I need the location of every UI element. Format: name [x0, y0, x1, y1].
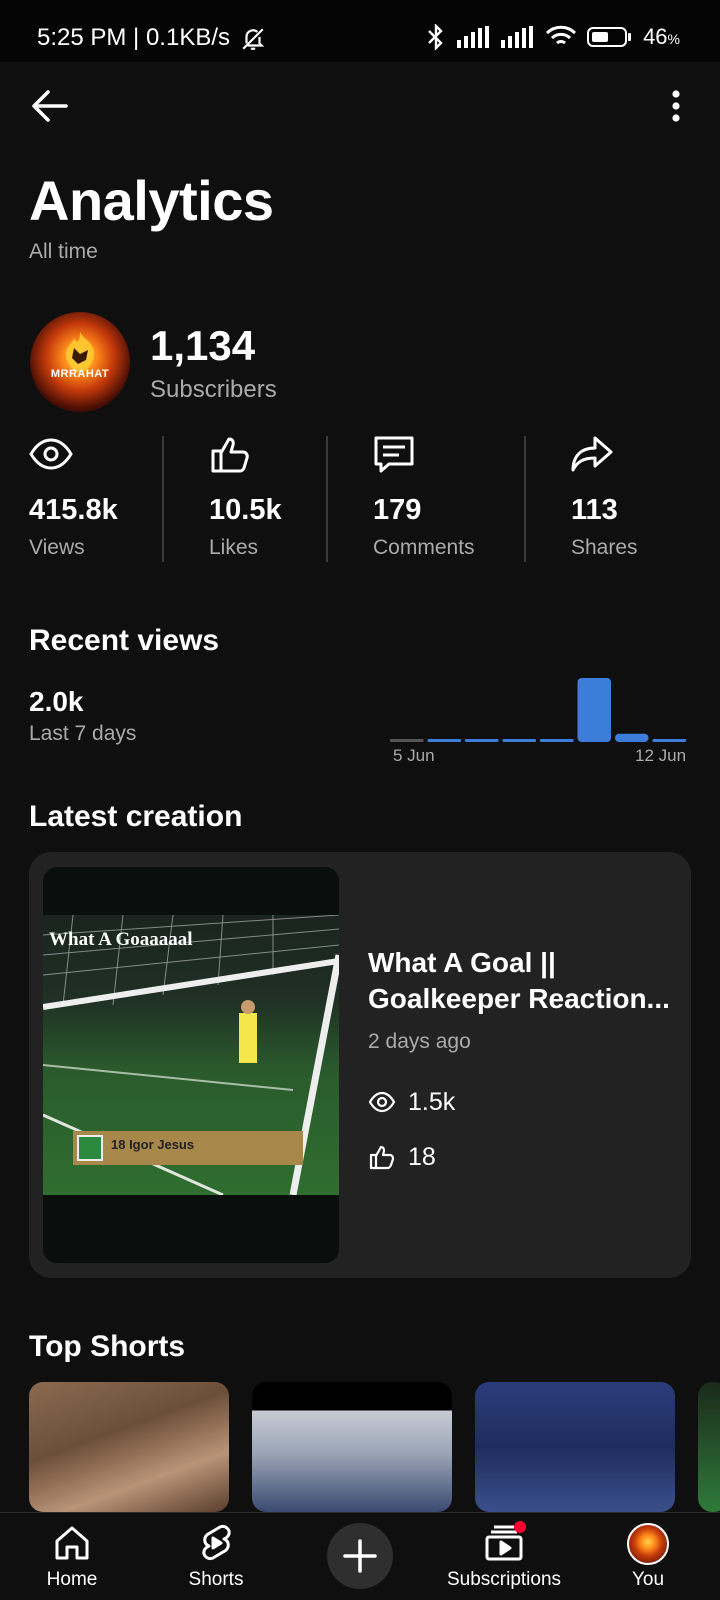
- nav-subscriptions-label: Subscriptions: [446, 1569, 562, 1590]
- bottom-navigation: Home Shorts Subscriptions You: [0, 1512, 720, 1600]
- plus-icon: [343, 1539, 377, 1573]
- thumbnail-caption: What A Goaaaaal: [49, 929, 193, 950]
- scorer-name: 18 Igor Jesus: [111, 1137, 195, 1152]
- recent-views-period: Last 7 days: [29, 722, 137, 745]
- stat-value: 415.8k: [29, 494, 118, 526]
- chart-bar-9-jun[interactable]: [540, 739, 574, 742]
- chart-bar-5-jun[interactable]: [390, 739, 424, 742]
- page-title: Analytics: [29, 169, 274, 232]
- nav-you[interactable]: You: [608, 1513, 688, 1600]
- you-avatar: [627, 1523, 669, 1565]
- chart-tick-start: 5 Jun: [393, 746, 435, 765]
- back-arrow-icon[interactable]: [30, 86, 70, 126]
- eye-icon: [29, 438, 73, 470]
- flag-icon: [77, 1135, 103, 1161]
- video-title-line1: What A Goal ||: [368, 947, 556, 978]
- short-thumbnail[interactable]: [29, 1382, 229, 1512]
- share-icon: [571, 436, 613, 472]
- channel-avatar[interactable]: MRRAHAT: [30, 312, 130, 412]
- nav-shorts[interactable]: Shorts: [176, 1513, 256, 1600]
- time-range-label: All time: [29, 240, 98, 263]
- video-title[interactable]: What A Goal || Goalkeeper Reaction...: [368, 945, 678, 1017]
- nav-home[interactable]: Home: [32, 1513, 112, 1600]
- more-vert-icon[interactable]: [666, 86, 686, 126]
- comment-icon: [374, 436, 414, 473]
- thumbnail-scene: What A Goaaaaal 18 Igor Jesus: [43, 915, 339, 1195]
- battery-icon: [587, 27, 632, 47]
- chart-bar-12-jun[interactable]: [652, 739, 687, 742]
- chart-bar-10-jun[interactable]: [577, 678, 612, 742]
- avatar-logo-text: MRRAHAT: [50, 368, 110, 380]
- short-thumbnail[interactable]: [475, 1382, 675, 1512]
- bell-muted-icon: [242, 28, 265, 50]
- stat-divider: [326, 436, 328, 562]
- subscriber-label: Subscribers: [150, 376, 277, 403]
- stat-label: Comments: [373, 536, 475, 559]
- video-posted-date: 2 days ago: [368, 1030, 471, 1053]
- eye-icon: [368, 1091, 396, 1113]
- stat-value: 179: [373, 494, 422, 526]
- signal-icon-2: [501, 26, 534, 48]
- video-likes: 18: [368, 1141, 436, 1173]
- battery-percent: 46%: [643, 24, 680, 49]
- latest-video-card[interactable]: What A Goaaaaal 18 Igor Jesus: [29, 852, 691, 1278]
- nav-home-label: Home: [46, 1569, 98, 1590]
- top-shorts-title: Top Shorts: [29, 1330, 186, 1363]
- thumbnail-scorer-banner: 18 Igor Jesus: [73, 1131, 303, 1165]
- recent-views-title: Recent views: [29, 624, 220, 657]
- shorts-icon: [202, 1525, 231, 1560]
- video-views-value: 1.5k: [408, 1087, 456, 1116]
- stat-value: 10.5k: [209, 494, 282, 526]
- stat-label: Views: [29, 536, 85, 559]
- short-thumbnail[interactable]: [698, 1382, 720, 1512]
- chart-tick-end: 12 Jun: [635, 746, 687, 765]
- bluetooth-icon: [428, 24, 443, 50]
- wifi-icon: [546, 25, 577, 45]
- nav-subscriptions[interactable]: Subscriptions: [444, 1513, 564, 1600]
- thumbs-up-icon: [369, 1145, 395, 1170]
- stat-label: Shares: [571, 536, 638, 559]
- short-thumbnail[interactable]: [252, 1382, 452, 1512]
- chart-bar-8-jun[interactable]: [502, 739, 537, 742]
- notification-badge: [514, 1521, 526, 1533]
- chart-bar-11-jun[interactable]: [615, 733, 649, 742]
- latest-creation-title: Latest creation: [29, 800, 243, 833]
- chart-bar-6-jun[interactable]: [427, 739, 462, 742]
- video-views: 1.5k: [368, 1086, 455, 1118]
- recent-views-value: 2.0k: [29, 686, 84, 717]
- stat-value: 113: [571, 494, 618, 526]
- nav-you-label: You: [631, 1569, 665, 1590]
- signal-icon: [457, 26, 490, 48]
- video-thumbnail[interactable]: What A Goaaaaal 18 Igor Jesus: [43, 867, 339, 1263]
- video-likes-value: 18: [408, 1142, 436, 1171]
- chart-bar-7-jun[interactable]: [465, 739, 499, 742]
- stat-label: Likes: [209, 536, 259, 559]
- nav-shorts-label: Shorts: [188, 1569, 244, 1590]
- subscriber-count: 1,134: [150, 322, 256, 369]
- stat-divider: [162, 436, 164, 562]
- video-title-line2: Goalkeeper Reaction...: [368, 983, 670, 1014]
- status-bar: 5:25 PM | 0.1KB/s 46%: [0, 0, 720, 62]
- stat-divider: [524, 436, 526, 562]
- thumbs-up-icon: [211, 437, 249, 473]
- status-time: 5:25 PM | 0.1KB/s: [37, 24, 230, 51]
- home-icon: [55, 1526, 89, 1560]
- create-button[interactable]: [327, 1523, 393, 1589]
- status-icons: 46%: [425, 22, 680, 52]
